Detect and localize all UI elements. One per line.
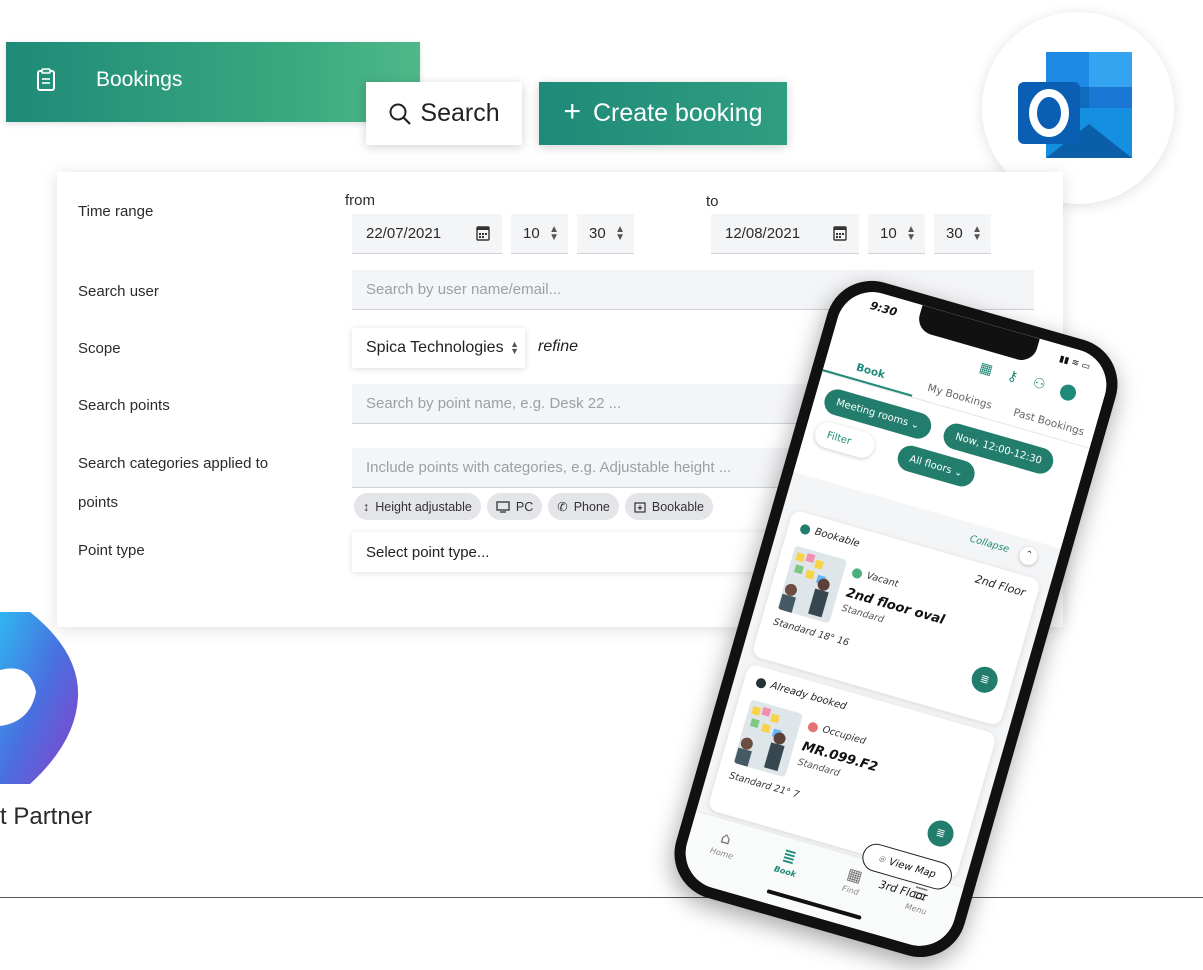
from-hour-value: 10 [523,225,540,242]
spinner-arrows-icon[interactable]: ▲ ▼ [549,225,559,243]
bookings-title: Bookings [96,68,183,91]
card-floor: 2nd Floor [973,572,1027,600]
to-hour-value: 10 [880,225,897,242]
chip-label: Height adjustable [375,499,472,514]
user-icon[interactable]: ⚇ [1031,375,1047,394]
time-range-label: Time range [78,203,154,220]
book-icon[interactable]: ≣ [924,817,957,850]
calendar-plus-icon [634,501,646,513]
from-date-value: 22/07/2021 [366,225,442,242]
key-icon[interactable]: ⚷ [1005,368,1019,386]
search-points-label: Search points [78,397,170,414]
chip-pc[interactable]: PC [486,493,543,520]
calendar-icon[interactable] [833,225,847,241]
create-booking-button[interactable]: + Create booking [539,82,787,145]
search-points-placeholder: Search by point name, e.g. Desk 22 ... [366,395,622,412]
to-label: to [706,193,719,210]
chip-height-adjustable[interactable]: ↕ Height adjustable [354,493,481,520]
search-user-placeholder: Search by user name/email... [366,281,562,298]
spinner-arrows-icon[interactable]: ▲ ▼ [972,225,982,243]
chip-label: PC [515,499,534,514]
chip-bookable[interactable]: Bookable [624,493,713,520]
booked-dot-icon [754,676,768,689]
spinner-arrows-icon[interactable]: ▲ ▼ [615,225,625,243]
card-availability: Vacant [850,566,900,590]
scope-value: Spica Technologies [366,339,504,356]
building-icon[interactable]: ▦ [977,360,994,379]
availability-text: Occupied [821,724,867,748]
microsoft-partner-logo [0,612,79,784]
refine-link[interactable]: refine [538,338,578,356]
search-icon [389,103,412,125]
from-label: from [345,192,375,209]
chevron-up-icon[interactable]: ⌃ [1017,544,1040,568]
room-photo [777,545,848,624]
point-type-placeholder: Select point type... [366,543,490,561]
create-booking-label: Create booking [592,99,763,127]
from-date-field[interactable]: 22/07/2021 [352,214,502,254]
view-map-label: View Map [887,856,938,881]
nav-book[interactable]: ≣ Book [755,839,821,884]
phone-icon: ✆ [557,500,568,514]
categories-placeholder: Include points with categories, e.g. Adj… [366,459,732,476]
partner-text: t Partner [0,803,93,830]
height-arrows-icon: ↕ [363,499,370,514]
bookings-header: Bookings [6,42,420,122]
search-user-label: Search user [78,283,159,300]
to-hour-stepper[interactable]: 10 ▲ ▼ [868,214,925,254]
from-minute-value: 30 [589,225,606,242]
collapse-link[interactable]: Collapse [968,533,1010,555]
book-icon[interactable]: ≣ [968,663,1001,696]
card-status-text: Bookable [813,526,861,550]
categories-label: Search categories applied to [78,455,269,472]
bookable-dot-icon [799,522,812,536]
calendar-icon[interactable] [476,225,490,241]
room-meta: Standard 21° 7 [727,770,801,801]
category-chips: ↕ Height adjustable PC ✆ Phone Bookable [354,493,713,520]
occupied-icon [806,720,820,733]
search-button-label: Search [420,99,500,127]
card-status: Bookable [799,522,861,550]
all-floors-label: All floors [908,453,954,476]
spinner-arrows-icon[interactable]: ▲ ▼ [906,225,916,243]
to-date-field[interactable]: 12/08/2021 [711,214,859,254]
monitor-icon [496,500,510,513]
chip-label: Bookable [651,499,704,514]
to-date-value: 12/08/2021 [725,225,801,242]
clipboard-icon [37,68,55,91]
check-icon [850,566,864,580]
availability-text: Vacant [865,570,900,590]
from-minute-stepper[interactable]: 30 ▲ ▼ [577,214,634,254]
room-photo [733,699,804,778]
to-minute-value: 30 [946,225,963,242]
chip-phone[interactable]: ✆ Phone [548,493,619,520]
divider-line [0,897,1203,898]
map-pin-icon: ⌾ [877,853,886,866]
search-button[interactable]: Search [366,82,522,145]
scope-select[interactable]: Spica Technologies ▲ ▼ [352,328,525,368]
to-minute-stepper[interactable]: 30 ▲ ▼ [934,214,991,254]
room-meta: Standard 18° 16 [771,616,851,649]
categories-label-cont: points [78,494,119,511]
spinner-arrows-icon: ▲ ▼ [510,339,519,356]
filter-label: Filter [825,429,853,447]
scope-label: Scope [78,340,121,357]
plus-icon: + [563,95,581,128]
chip-label: Phone [573,499,610,514]
from-hour-stepper[interactable]: 10 ▲ ▼ [511,214,568,254]
point-type-label: Point type [78,542,145,559]
nav-home[interactable]: ⌂ Home [692,821,758,866]
